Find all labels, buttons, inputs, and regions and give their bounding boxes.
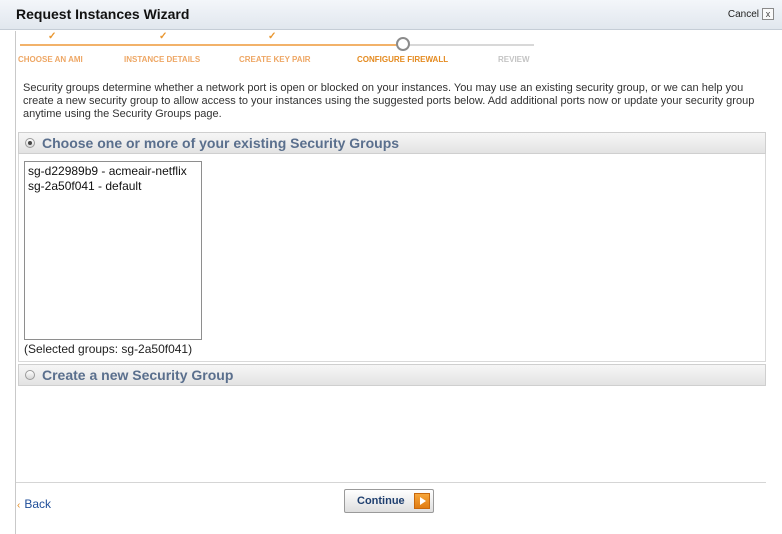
continue-label: Continue: [357, 495, 405, 507]
progress-line-complete: [20, 44, 404, 46]
wizard-panel: ✓ ✓ ✓ CHOOSE AN AMI INSTANCE DETAILS CRE…: [15, 31, 782, 534]
step-current-indicator-icon: [396, 37, 410, 51]
continue-button[interactable]: Continue: [344, 489, 434, 513]
cancel-label: Cancel: [727, 8, 759, 20]
play-arrow-icon: [414, 493, 430, 509]
step-instance-details: INSTANCE DETAILS: [124, 55, 201, 64]
new-group-section-header[interactable]: Create a new Security Group: [18, 364, 766, 386]
intro-text: Security groups determine whether a netw…: [23, 82, 755, 120]
back-link[interactable]: ‹ Back: [17, 497, 51, 511]
wizard-progress: ✓ ✓ ✓ CHOOSE AN AMI INSTANCE DETAILS CRE…: [16, 31, 556, 67]
footer-divider: [16, 482, 766, 483]
window-title: Request Instances Wizard: [16, 6, 190, 22]
selected-groups-note: (Selected groups: sg-2a50f041): [24, 342, 193, 356]
step-complete-check-icon: ✓: [159, 31, 168, 42]
security-groups-listbox[interactable]: sg-d22989b9 - acmeair-netflix sg-2a50f04…: [24, 161, 202, 340]
step-complete-check-icon: ✓: [268, 31, 277, 42]
existing-groups-radio[interactable]: [25, 138, 35, 148]
window-titlebar: Request Instances Wizard Cancel x: [0, 0, 782, 30]
list-item[interactable]: sg-2a50f041 - default: [27, 179, 201, 194]
progress-line-remaining: [404, 44, 534, 46]
step-review: REVIEW: [498, 55, 530, 64]
step-complete-check-icon: ✓: [48, 31, 57, 42]
new-group-radio[interactable]: [25, 370, 35, 380]
close-icon[interactable]: x: [762, 8, 774, 20]
cancel-button[interactable]: Cancel x: [728, 8, 774, 20]
back-label: Back: [24, 497, 52, 511]
step-choose-ami: CHOOSE AN AMI: [18, 55, 83, 64]
existing-groups-section-header[interactable]: Choose one or more of your existing Secu…: [18, 132, 766, 154]
step-configure-firewall: CONFIGURE FIREWALL: [357, 55, 449, 64]
step-create-key-pair: CREATE KEY PAIR: [239, 55, 311, 64]
list-item[interactable]: sg-d22989b9 - acmeair-netflix: [27, 164, 201, 179]
existing-groups-title: Choose one or more of your existing Secu…: [42, 135, 400, 151]
new-group-title: Create a new Security Group: [42, 367, 234, 383]
chevron-left-icon: ‹: [17, 500, 21, 511]
